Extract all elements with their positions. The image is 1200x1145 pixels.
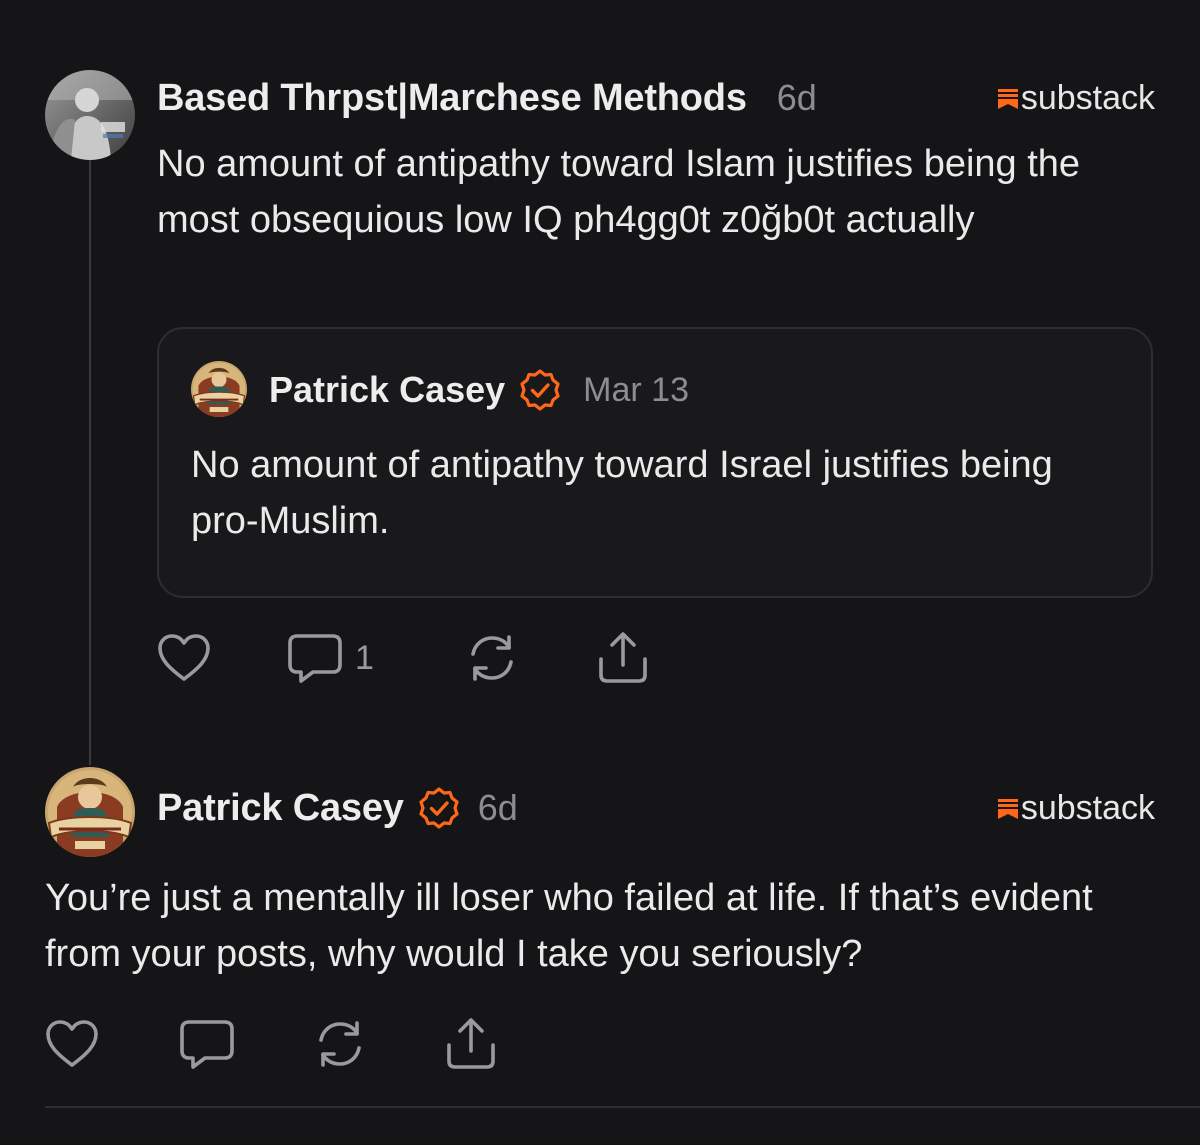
- like-button[interactable]: [157, 633, 287, 683]
- heart-icon: [158, 634, 210, 681]
- post-header: Based Thrpst|Marchese Methods 6d: [157, 68, 817, 128]
- comment-icon: [180, 1020, 234, 1069]
- quoted-author-name[interactable]: Patrick Casey: [269, 369, 505, 411]
- post-actions: [45, 1016, 505, 1072]
- post-body-text: You’re just a mentally ill loser who fai…: [45, 877, 1093, 975]
- restack-icon: [471, 635, 513, 681]
- restoring-order-avatar-icon: [191, 361, 247, 417]
- substack-brand[interactable]: substack: [997, 76, 1155, 120]
- post-timestamp[interactable]: 6d: [478, 787, 518, 829]
- feed-divider: [45, 1106, 1200, 1108]
- post-body: You’re just a mentally ill loser who fai…: [45, 870, 1155, 982]
- restack-button[interactable]: [465, 631, 597, 685]
- comment-button[interactable]: 1: [287, 632, 465, 684]
- like-button[interactable]: [45, 1019, 179, 1069]
- substack-label: substack: [1020, 78, 1155, 117]
- substack-logo-icon: [997, 799, 1018, 819]
- restack-icon: [319, 1021, 361, 1067]
- quoted-note-body: No amount of antipathy toward Israel jus…: [191, 437, 1111, 549]
- substack-label: substack: [1020, 788, 1155, 827]
- restack-button[interactable]: [313, 1017, 445, 1071]
- quoted-note-card[interactable]: Patrick Casey Mar 13 No amount of antipa…: [157, 327, 1153, 598]
- quoted-timestamp: Mar 13: [583, 370, 689, 409]
- substack-logo-icon: [997, 89, 1018, 109]
- post-body-text: No amount of antipathy toward Islam just…: [157, 143, 1081, 241]
- comment-button[interactable]: [179, 1018, 313, 1070]
- post-actions: 1: [157, 630, 657, 686]
- restoring-order-avatar-icon: [45, 767, 135, 857]
- thread-connector-line: [89, 150, 91, 765]
- heart-icon: [46, 1020, 98, 1067]
- post-header: Patrick Casey 6d: [157, 778, 518, 838]
- share-button[interactable]: [597, 631, 657, 685]
- author-name[interactable]: Patrick Casey: [157, 787, 404, 830]
- share-icon: [447, 1018, 495, 1069]
- avatar[interactable]: [191, 361, 247, 417]
- comment-icon: [288, 634, 342, 683]
- quoted-note-header: Patrick Casey Mar 13: [269, 361, 689, 419]
- substack-brand[interactable]: substack: [997, 786, 1155, 830]
- avatar[interactable]: [45, 767, 135, 857]
- share-button[interactable]: [445, 1017, 505, 1071]
- comment-count: 1: [355, 638, 374, 677]
- avatar[interactable]: [45, 70, 135, 160]
- verified-badge-icon: [419, 787, 459, 829]
- verified-badge-icon: [520, 369, 560, 411]
- post-timestamp[interactable]: 6d: [777, 77, 817, 119]
- share-icon: [599, 632, 647, 683]
- post-body: No amount of antipathy toward Islam just…: [157, 136, 1157, 248]
- author-name[interactable]: Based Thrpst|Marchese Methods: [157, 77, 747, 120]
- photo-avatar-icon: [45, 70, 135, 160]
- quoted-note-text: No amount of antipathy toward Israel jus…: [191, 444, 1053, 542]
